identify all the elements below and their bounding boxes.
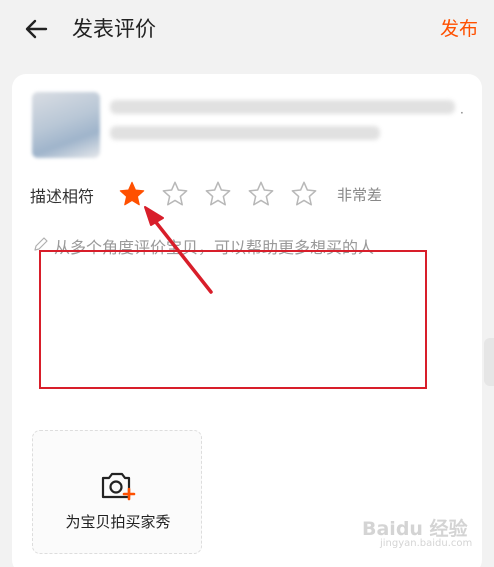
review-card: · 描述相符 非常差 从多个角度评价宝贝，可以帮助更多想买的人 为宝贝拍买家秀 [12, 74, 482, 567]
star-5-icon[interactable] [290, 180, 318, 208]
pencil-icon [33, 236, 49, 252]
review-placeholder: 从多个角度评价宝贝，可以帮助更多想买的人 [54, 238, 375, 257]
more-dot: · [460, 106, 464, 120]
rating-label: 描述相符 [30, 187, 95, 206]
watermark-main: Baidu 经验 [362, 518, 468, 540]
watermark: Baidu 经验 jingyan.baidu.com [362, 514, 472, 554]
publish-button[interactable]: 发布 [440, 14, 478, 44]
side-pull-handle[interactable] [484, 338, 494, 386]
page-title: 发表评价 [72, 17, 156, 41]
back-button[interactable] [22, 14, 52, 44]
add-photo-label: 为宝贝拍买家秀 [65, 513, 171, 531]
top-bar: 发表评价 发布 [0, 0, 494, 60]
product-info: · [12, 92, 482, 160]
product-thumbnail [32, 92, 100, 158]
watermark-sub: jingyan.baidu.com [380, 538, 473, 549]
product-title-blurred [110, 100, 455, 114]
star-1-icon[interactable] [118, 180, 146, 208]
rating-text: 非常差 [337, 186, 383, 204]
review-textarea[interactable]: 从多个角度评价宝贝，可以帮助更多想买的人 [30, 232, 470, 382]
add-photo-button[interactable]: 为宝贝拍买家秀 [32, 430, 202, 554]
arrow-left-icon [25, 19, 48, 39]
star-3-icon[interactable] [204, 180, 232, 208]
star-2-icon[interactable] [161, 180, 189, 208]
rating-row: 描述相符 非常差 [12, 178, 482, 212]
camera-icon [99, 469, 137, 503]
star-4-icon[interactable] [247, 180, 275, 208]
product-spec-blurred [110, 126, 380, 140]
